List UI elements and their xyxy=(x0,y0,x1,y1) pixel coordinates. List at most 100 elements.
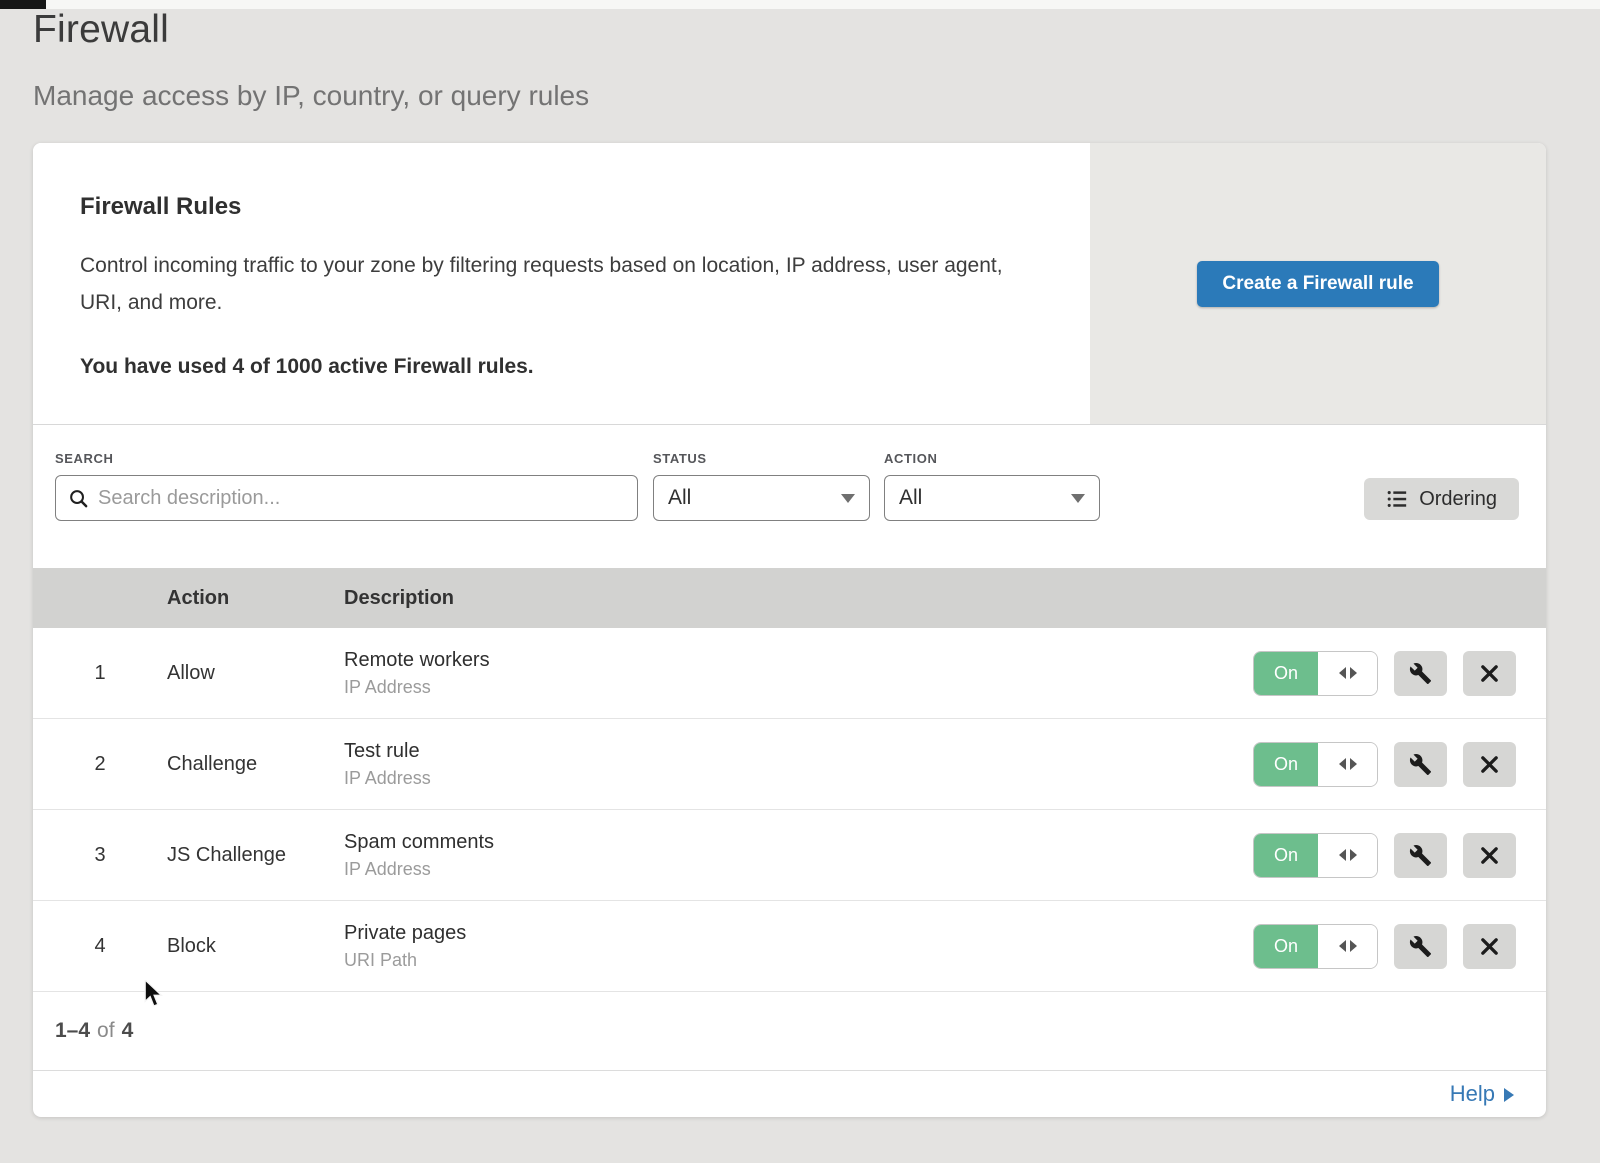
help-link-label: Help xyxy=(1450,1081,1495,1107)
table-row: 4 Block Private pages URI Path On xyxy=(33,901,1546,992)
status-selected-value: All xyxy=(668,486,691,510)
rule-description: Remote workers IP Address xyxy=(344,649,1253,698)
rule-match-field: IP Address xyxy=(344,859,1253,880)
action-label: ACTION xyxy=(884,451,1100,466)
triangle-left-icon xyxy=(1339,849,1346,861)
rule-priority: 4 xyxy=(33,935,167,958)
rule-enabled-toggle[interactable]: On xyxy=(1253,924,1378,969)
toggle-drag-handle[interactable] xyxy=(1318,652,1377,695)
triangle-left-icon xyxy=(1339,667,1346,679)
rule-description: Private pages URI Path xyxy=(344,922,1253,971)
firewall-rules-card: Firewall Rules Control incoming traffic … xyxy=(33,143,1546,1117)
wrench-icon xyxy=(1409,844,1432,867)
column-action: Action xyxy=(167,587,344,610)
pagination-range: 1–4 xyxy=(55,1019,90,1043)
rule-controls: On xyxy=(1253,742,1546,787)
triangle-right-icon xyxy=(1504,1088,1514,1102)
rule-enabled-toggle[interactable]: On xyxy=(1253,742,1378,787)
rule-priority: 3 xyxy=(33,844,167,867)
wrench-icon xyxy=(1409,662,1432,685)
search-label: SEARCH xyxy=(55,451,638,466)
triangle-left-icon xyxy=(1339,758,1346,770)
column-description: Description xyxy=(344,587,1546,610)
pagination: 1–4 of 4 xyxy=(33,992,1546,1071)
card-header-action-area: Create a Firewall rule xyxy=(1090,143,1546,424)
toggle-on-label: On xyxy=(1254,652,1318,695)
action-select[interactable]: All xyxy=(884,475,1100,521)
pagination-of: of xyxy=(97,1019,115,1043)
close-icon xyxy=(1479,845,1500,866)
triangle-right-icon xyxy=(1350,849,1357,861)
close-icon xyxy=(1479,663,1500,684)
chevron-down-icon xyxy=(1071,494,1085,503)
toggle-on-label: On xyxy=(1254,834,1318,877)
page-title: Firewall xyxy=(33,8,169,52)
rule-description: Test rule IP Address xyxy=(344,740,1253,789)
rule-enabled-toggle[interactable]: On xyxy=(1253,833,1378,878)
panel-title: Firewall Rules xyxy=(80,193,1050,221)
filters-bar: SEARCH STATUS All ACTION All xyxy=(33,425,1546,568)
card-footer: Help xyxy=(33,1071,1546,1117)
rule-controls: On xyxy=(1253,651,1546,696)
triangle-right-icon xyxy=(1350,758,1357,770)
close-icon xyxy=(1479,754,1500,775)
action-selected-value: All xyxy=(899,486,922,510)
card-header: Firewall Rules Control incoming traffic … xyxy=(33,143,1546,425)
rule-action: JS Challenge xyxy=(167,844,344,867)
help-link[interactable]: Help xyxy=(1450,1081,1514,1107)
edit-rule-button[interactable] xyxy=(1394,742,1447,787)
toggle-on-label: On xyxy=(1254,743,1318,786)
table-row: 3 JS Challenge Spam comments IP Address … xyxy=(33,810,1546,901)
wrench-icon xyxy=(1409,753,1432,776)
panel-usage-count: You have used 4 of 1000 active Firewall … xyxy=(80,355,1050,379)
delete-rule-button[interactable] xyxy=(1463,833,1516,878)
triangle-left-icon xyxy=(1339,940,1346,952)
rule-match-field: URI Path xyxy=(344,950,1253,971)
wrench-icon xyxy=(1409,935,1432,958)
toggle-on-label: On xyxy=(1254,925,1318,968)
rule-description: Spam comments IP Address xyxy=(344,831,1253,880)
create-firewall-rule-button[interactable]: Create a Firewall rule xyxy=(1197,261,1438,307)
search-box[interactable] xyxy=(55,475,638,521)
rule-action: Block xyxy=(167,935,344,958)
chevron-down-icon xyxy=(841,494,855,503)
rule-match-field: IP Address xyxy=(344,768,1253,789)
action-filter-group: ACTION All xyxy=(870,451,1100,521)
rule-action: Allow xyxy=(167,662,344,685)
close-icon xyxy=(1479,936,1500,957)
panel-description: Control incoming traffic to your zone by… xyxy=(80,247,1040,321)
rule-description-title: Remote workers xyxy=(344,649,1253,672)
edit-rule-button[interactable] xyxy=(1394,924,1447,969)
ordering-button[interactable]: Ordering xyxy=(1364,478,1519,520)
toggle-drag-handle[interactable] xyxy=(1318,743,1377,786)
page-subtitle: Manage access by IP, country, or query r… xyxy=(33,80,589,112)
triangle-right-icon xyxy=(1350,940,1357,952)
status-select[interactable]: All xyxy=(653,475,870,521)
toggle-drag-handle[interactable] xyxy=(1318,925,1377,968)
status-label: STATUS xyxy=(653,451,870,466)
card-header-text: Firewall Rules Control incoming traffic … xyxy=(33,143,1090,424)
rule-priority: 1 xyxy=(33,662,167,685)
edit-rule-button[interactable] xyxy=(1394,651,1447,696)
edit-rule-button[interactable] xyxy=(1394,833,1447,878)
triangle-right-icon xyxy=(1350,667,1357,679)
rule-controls: On xyxy=(1253,833,1546,878)
rule-action: Challenge xyxy=(167,753,344,776)
status-filter-group: STATUS All xyxy=(638,451,870,521)
rule-enabled-toggle[interactable]: On xyxy=(1253,651,1378,696)
rule-description-title: Spam comments xyxy=(344,831,1253,854)
pagination-total: 4 xyxy=(122,1019,134,1043)
delete-rule-button[interactable] xyxy=(1463,742,1516,787)
window-top-edge xyxy=(0,0,1600,9)
delete-rule-button[interactable] xyxy=(1463,924,1516,969)
list-ordering-icon xyxy=(1386,488,1408,510)
search-input[interactable] xyxy=(98,487,625,510)
rule-match-field: IP Address xyxy=(344,677,1253,698)
delete-rule-button[interactable] xyxy=(1463,651,1516,696)
table-row: 1 Allow Remote workers IP Address On xyxy=(33,628,1546,719)
rule-description-title: Private pages xyxy=(344,922,1253,945)
table-header: Action Description xyxy=(33,568,1546,628)
rule-controls: On xyxy=(1253,924,1546,969)
toggle-drag-handle[interactable] xyxy=(1318,834,1377,877)
ordering-button-label: Ordering xyxy=(1419,488,1497,511)
